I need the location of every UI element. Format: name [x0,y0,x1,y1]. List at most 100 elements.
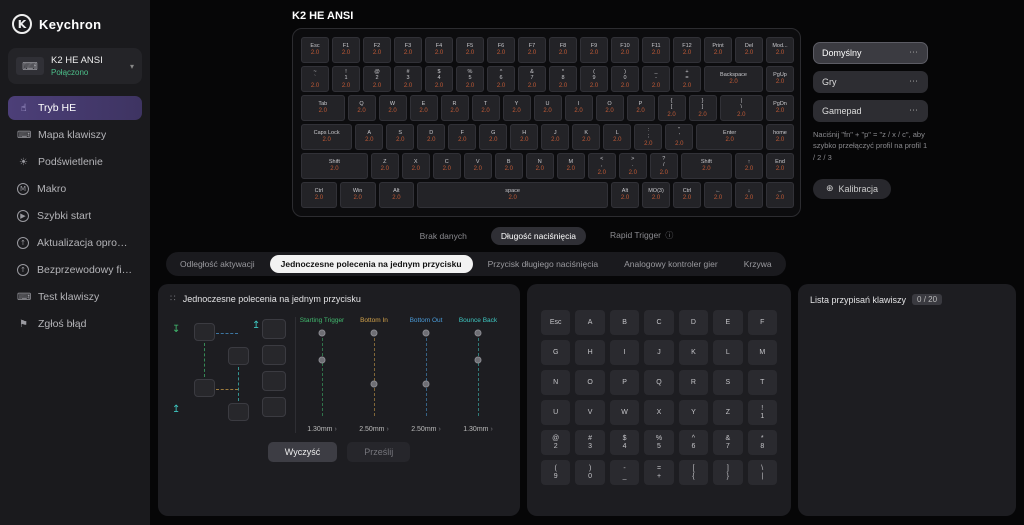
key-sym[interactable]: : ; 2.0 [634,124,663,150]
key-v[interactable]: V 2.0 [463,153,492,179]
key-alt[interactable]: Alt 2.0 [378,182,415,208]
key-e[interactable]: E 2.0 [409,95,438,121]
picker-key-r[interactable]: R [678,370,709,395]
picker-key-esc[interactable]: Esc [541,310,571,335]
sidebar-item-mapa-klawiszy[interactable]: ⌨ Mapa klawiszy [8,123,142,147]
trigger-slider[interactable] [473,328,483,420]
picker-key-o[interactable]: O [575,370,605,395]
picker-key-p[interactable]: P [609,370,640,395]
submit-button[interactable]: Prześlij [347,442,411,462]
picker-key-7[interactable]: & 7 [713,430,743,455]
dks-key-slot[interactable] [262,345,286,365]
picker-key-h[interactable]: H [575,340,605,365]
key-x[interactable]: X 2.0 [401,153,430,179]
picker-key-sym[interactable]: = + [644,460,674,485]
picker-key-j[interactable]: J [644,340,674,365]
key-j[interactable]: J 2.0 [541,124,570,150]
trigger-handle[interactable] [422,380,430,388]
profile-button-gamepad[interactable]: Gamepad ⋯ [813,100,928,122]
key-g[interactable]: G 2.0 [479,124,508,150]
picker-key-sym[interactable]: [ { [678,460,709,485]
key-sym[interactable]: { [2.0 [657,95,686,121]
picker-key-w[interactable]: W [609,400,640,425]
picker-key-s[interactable]: S [713,370,743,395]
key-u[interactable]: U 2.0 [533,95,562,121]
profile-menu-icon[interactable]: ⋯ [909,48,919,58]
key-sym[interactable]: + = 2.0 [673,66,701,92]
key-sym[interactable]: ↑ 2.0 [735,153,763,179]
key-f11[interactable]: F11 2.0 [642,37,670,63]
picker-key-3[interactable]: # 3 [575,430,605,455]
key-print[interactable]: Print 2.0 [704,37,732,63]
tab-przycisk-długiego-naciśnięcia[interactable]: Przycisk długiego naciśnięcia [477,255,610,273]
key-f6[interactable]: F6 2.0 [487,37,515,63]
picker-key-0[interactable]: ) 0 [575,460,605,485]
picker-key-4[interactable]: $ 4 [609,430,640,455]
drag-handle-icon[interactable]: ∷ [170,294,176,304]
key-a[interactable]: A 2.0 [355,124,384,150]
key-mod[interactable]: Mod... 2.0 [766,37,794,63]
key-9[interactable]: ( 9 2.0 [580,66,608,92]
key-w[interactable]: W 2.0 [378,95,407,121]
picker-key-6[interactable]: ^ 6 [678,430,709,455]
picker-key-n[interactable]: N [541,370,571,395]
picker-key-d[interactable]: D [678,310,709,335]
sidebar-item-test-klawiszy[interactable]: ⌨ Test klawiszy [8,285,142,309]
picker-key-q[interactable]: Q [644,370,674,395]
picker-key-l[interactable]: L [713,340,743,365]
sidebar-item-aktualizacja-oprogram[interactable]: ↑ Aktualizacja oprogram... [8,231,142,255]
key-ctrl[interactable]: Ctrl 2.0 [673,182,701,208]
key-n[interactable]: N 2.0 [525,153,554,179]
key-o[interactable]: O 2.0 [595,95,624,121]
key-s[interactable]: S 2.0 [386,124,415,150]
picker-key-i[interactable]: I [609,340,640,365]
picker-key-z[interactable]: Z [713,400,743,425]
key-z[interactable]: Z 2.0 [370,153,399,179]
tab-analogowy-kontroler-gier[interactable]: Analogowy kontroler gier [613,255,729,273]
key-sym[interactable]: < , 2.0 [587,153,616,179]
profile-button-domyślny[interactable]: Domyślny ⋯ [813,42,928,64]
key-m[interactable]: M 2.0 [556,153,585,179]
key-r[interactable]: R 2.0 [440,95,469,121]
picker-key-b[interactable]: B [609,310,640,335]
tab-jednoczesne-polecenia-na-jednym-przycisku[interactable]: Jednoczesne polecenia na jednym przycisk… [269,255,473,273]
key-sym[interactable]: ~ ` 2.0 [301,66,329,92]
key-4[interactable]: $ 4 2.0 [425,66,453,92]
key-0[interactable]: ) 0 2.0 [611,66,639,92]
profile-menu-icon[interactable]: ⋯ [909,106,919,116]
picker-key-5[interactable]: % 5 [644,430,674,455]
key-sym[interactable]: | \ 2.0 [719,95,763,121]
key-win[interactable]: Win 2.0 [339,182,376,208]
key-f12[interactable]: F12 2.0 [673,37,701,63]
key-sym[interactable]: ? /2.0 [649,153,678,179]
key-f5[interactable]: F5 2.0 [456,37,484,63]
key-d[interactable]: D 2.0 [417,124,446,150]
key-8[interactable]: * 8 2.0 [549,66,577,92]
picker-key-9[interactable]: ( 9 [541,460,571,485]
key-sym[interactable]: ↓ 2.0 [735,182,763,208]
device-selector[interactable]: ⌨ K2 HE ANSI Połączono ▾ [8,48,142,84]
key-6[interactable]: ^ 6 2.0 [487,66,515,92]
key-f3[interactable]: F3 2.0 [394,37,422,63]
key-caps-lock[interactable]: Caps Lock 2.0 [301,124,353,150]
display-mode-długość-naciśnięcia[interactable]: Długość naciśnięcia [490,226,586,245]
key-f[interactable]: F 2.0 [448,124,477,150]
key-pgup[interactable]: PgUp 2.0 [766,66,794,92]
key-f7[interactable]: F7 2.0 [518,37,546,63]
picker-key-e[interactable]: E [713,310,743,335]
trigger-handle[interactable] [474,356,482,364]
key-sym[interactable]: _ -2.0 [642,66,670,92]
trigger-slider[interactable] [369,328,379,420]
key-f2[interactable]: F2 2.0 [363,37,391,63]
key-backspace[interactable]: Backspace 2.0 [704,66,763,92]
key-f4[interactable]: F4 2.0 [425,37,453,63]
key-sym[interactable]: > . 2.0 [618,153,647,179]
key-3[interactable]: # 3 2.0 [394,66,422,92]
key-1[interactable]: ! 1 2.0 [332,66,360,92]
key-f10[interactable]: F10 2.0 [611,37,639,63]
key-end[interactable]: End 2.0 [766,153,794,179]
picker-key-sym[interactable]: ] } [713,460,743,485]
picker-key-v[interactable]: V [575,400,605,425]
picker-key-g[interactable]: G [541,340,571,365]
key-t[interactable]: T 2.0 [471,95,500,121]
